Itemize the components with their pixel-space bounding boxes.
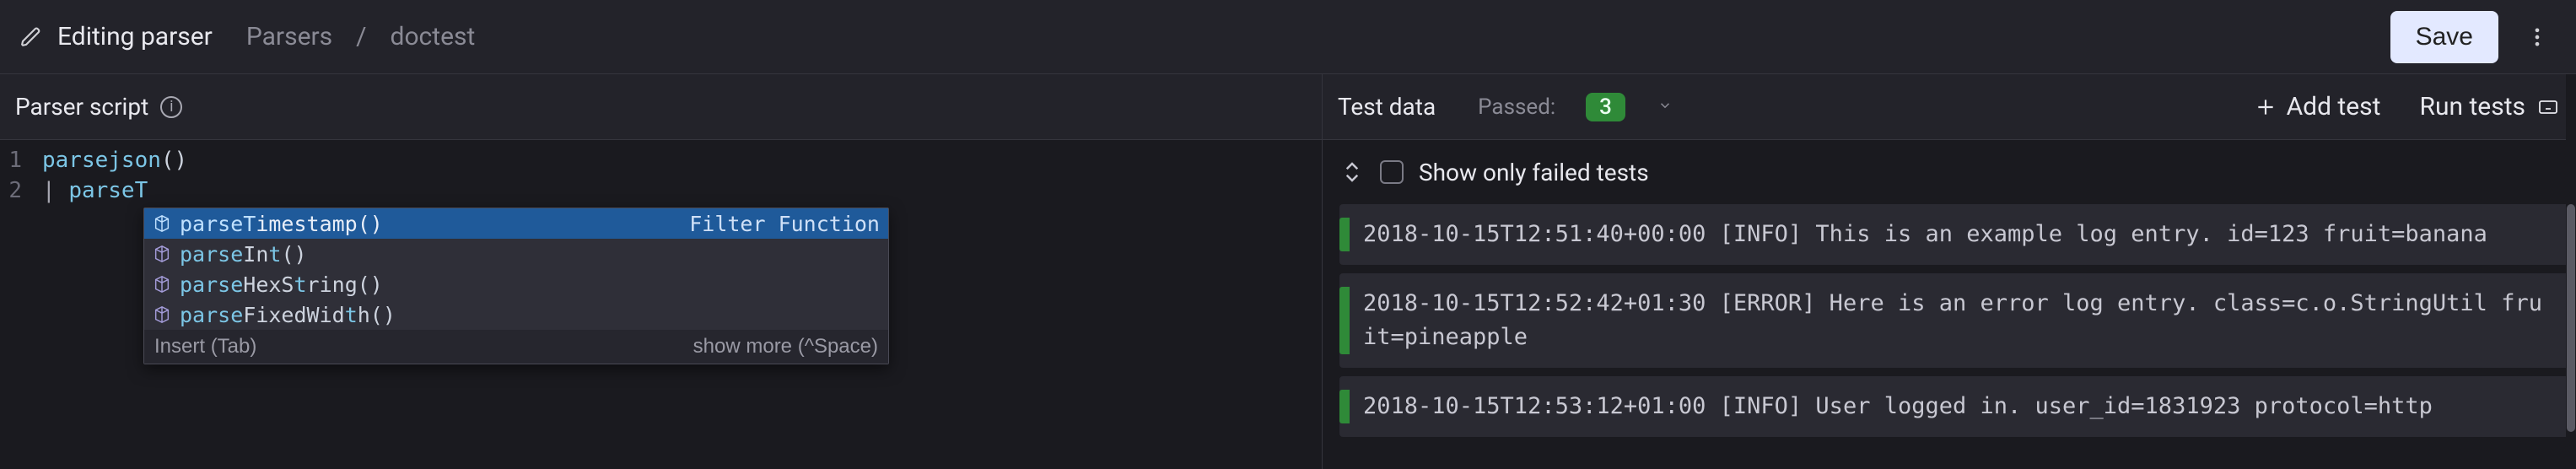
top-bar: Editing parser Parsers / doctest Save bbox=[0, 0, 2576, 74]
chevron-down-icon[interactable] bbox=[1657, 97, 1673, 117]
expand-collapse-icon[interactable] bbox=[1339, 159, 1365, 185]
test-row[interactable]: 2018-10-15T12:52:42+01:30 [ERROR] Here i… bbox=[1339, 273, 2573, 368]
cube-icon bbox=[153, 245, 171, 263]
autocomplete-label: parseInt() bbox=[180, 242, 307, 267]
edit-icon bbox=[20, 26, 42, 48]
test-data-panel: Test data Passed: 3 Add test Run tests bbox=[1323, 74, 2576, 469]
breadcrumb-sep: / bbox=[356, 22, 366, 51]
autocomplete-popup: parseTimestamp() Filter Function parseIn… bbox=[143, 208, 889, 364]
show-failed-checkbox[interactable] bbox=[1380, 160, 1404, 184]
test-text: 2018-10-15T12:53:12+01:00 [INFO] User lo… bbox=[1363, 390, 2556, 423]
autocomplete-label: parseHexString() bbox=[180, 272, 383, 297]
code-editor[interactable]: 1 parsejson() 2 | parseT parseTimestamp(… bbox=[0, 140, 1322, 469]
code-line: 1 parsejson() bbox=[0, 145, 1322, 175]
breadcrumb-section[interactable]: Parsers bbox=[246, 22, 332, 51]
add-test-button[interactable]: Add test bbox=[2255, 92, 2381, 121]
run-tests-button[interactable]: Run tests bbox=[2419, 92, 2561, 121]
code-content: parsejson() bbox=[30, 145, 187, 175]
autocomplete-label: parseFixedWidth() bbox=[180, 303, 396, 327]
show-failed-label: Show only failed tests bbox=[1419, 159, 1649, 186]
breadcrumb-item[interactable]: doctest bbox=[391, 22, 476, 51]
show-more-hint[interactable]: show more (^Space) bbox=[693, 335, 878, 358]
passed-label: Passed: bbox=[1478, 94, 1555, 120]
plus-icon bbox=[2255, 96, 2277, 118]
test-row[interactable]: 2018-10-15T12:53:12+01:00 [INFO] User lo… bbox=[1339, 376, 2573, 437]
cube-icon bbox=[153, 305, 171, 324]
test-row[interactable]: 2018-10-15T12:51:40+00:00 [INFO] This is… bbox=[1339, 204, 2573, 265]
line-number: 1 bbox=[0, 145, 30, 175]
autocomplete-item[interactable]: parseHexString() bbox=[144, 269, 888, 299]
status-bar-pass bbox=[1339, 287, 1350, 354]
autocomplete-hint: Filter Function bbox=[655, 212, 880, 236]
cube-icon bbox=[153, 275, 171, 294]
page-title: Editing parser bbox=[57, 22, 213, 51]
test-data-header: Test data Passed: 3 Add test Run tests bbox=[1323, 74, 2576, 140]
code-content: | parseT bbox=[30, 175, 148, 206]
autocomplete-footer: Insert (Tab) show more (^Space) bbox=[144, 330, 888, 364]
test-data-label: Test data bbox=[1338, 93, 1436, 121]
autocomplete-item[interactable]: parseTimestamp() Filter Function bbox=[144, 208, 888, 239]
passed-count-badge: 3 bbox=[1586, 93, 1625, 121]
scrollbar[interactable] bbox=[2566, 74, 2576, 469]
test-list: 2018-10-15T12:51:40+00:00 [INFO] This is… bbox=[1323, 204, 2576, 469]
test-text: 2018-10-15T12:51:40+00:00 [INFO] This is… bbox=[1363, 218, 2556, 251]
status-bar-pass bbox=[1339, 218, 1350, 251]
run-tests-label: Run tests bbox=[2419, 92, 2525, 121]
line-number: 2 bbox=[0, 175, 30, 206]
code-line: 2 | parseT bbox=[0, 175, 1322, 206]
add-test-label: Add test bbox=[2287, 92, 2381, 121]
status-bar-pass bbox=[1339, 390, 1350, 423]
keyboard-icon bbox=[2536, 97, 2561, 117]
more-menu-button[interactable] bbox=[2519, 19, 2556, 56]
breadcrumb: Parsers / doctest bbox=[246, 22, 475, 51]
autocomplete-item[interactable]: parseFixedWidth() bbox=[144, 299, 888, 330]
autocomplete-label: parseTimestamp() bbox=[180, 212, 383, 236]
scrollbar-thumb[interactable] bbox=[2567, 204, 2575, 432]
parser-script-label: Parser script bbox=[15, 93, 148, 121]
parser-script-header: Parser script i bbox=[0, 74, 1322, 140]
autocomplete-item[interactable]: parseInt() bbox=[144, 239, 888, 269]
insert-hint: Insert (Tab) bbox=[154, 335, 256, 358]
test-text: 2018-10-15T12:52:42+01:30 [ERROR] Here i… bbox=[1363, 287, 2556, 354]
tests-toolbar: Show only failed tests bbox=[1323, 140, 2576, 204]
info-icon[interactable]: i bbox=[160, 96, 182, 118]
parser-script-panel: Parser script i 1 parsejson() 2 | parseT… bbox=[0, 74, 1323, 469]
cube-icon bbox=[153, 214, 171, 233]
save-button[interactable]: Save bbox=[2390, 11, 2498, 63]
